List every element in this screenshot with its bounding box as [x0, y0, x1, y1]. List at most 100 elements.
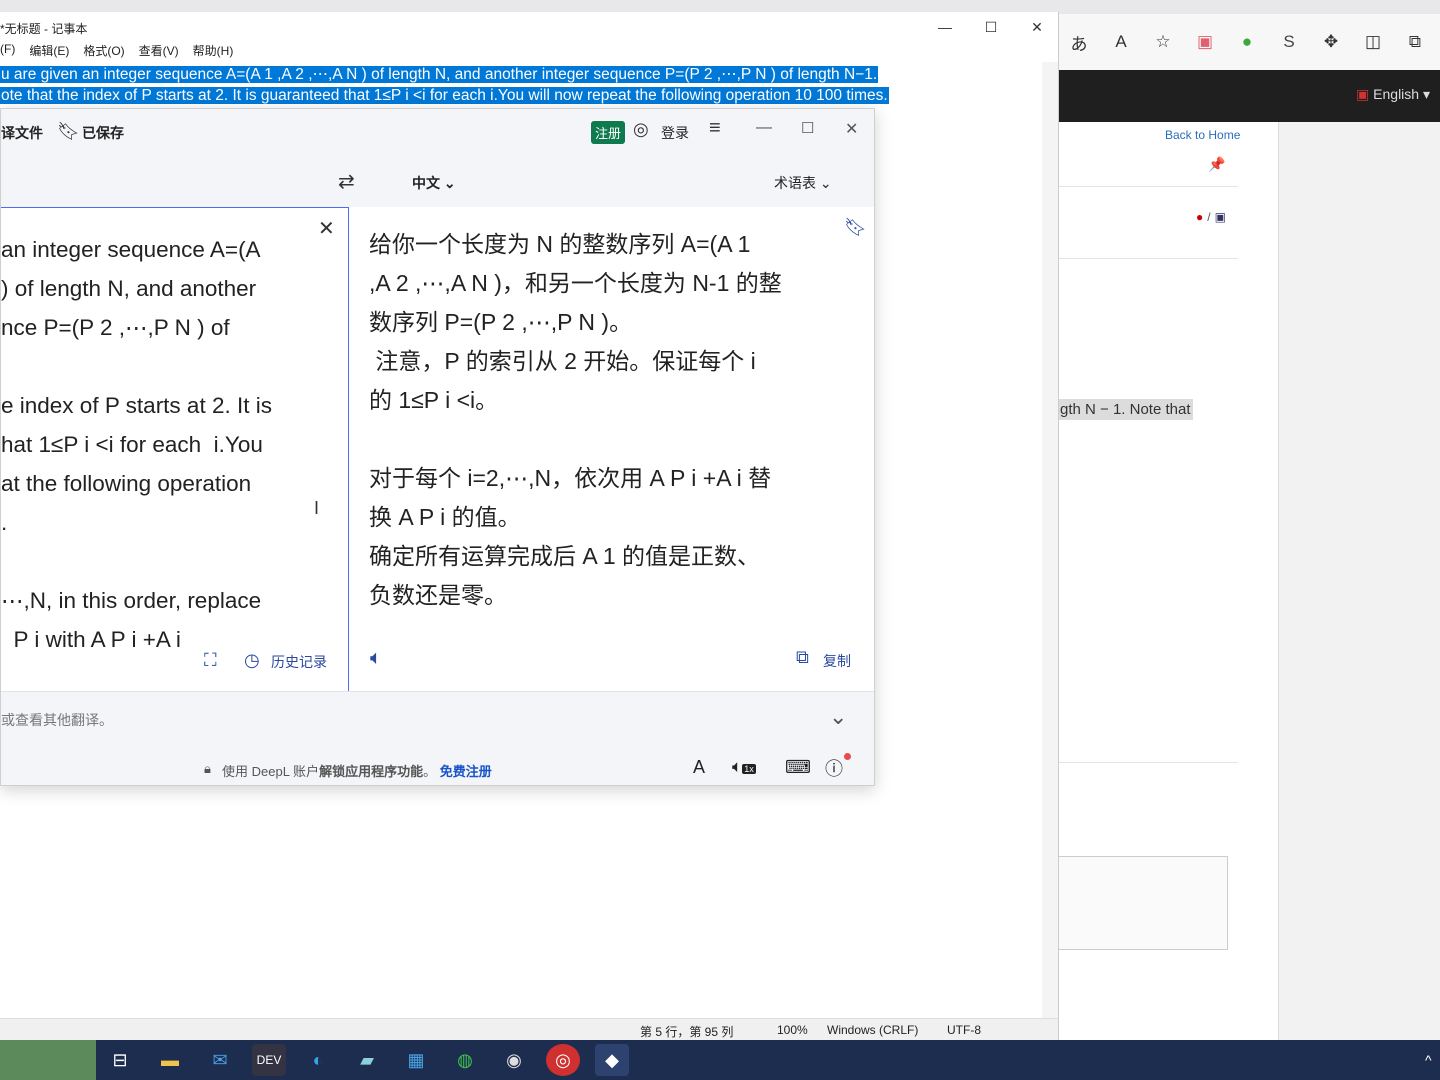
- history-icon[interactable]: ◷: [244, 650, 260, 671]
- back-home-link[interactable]: Back to Home: [1165, 128, 1240, 142]
- maximize-button[interactable]: ☐: [968, 12, 1014, 42]
- notepad-menubar: (F) 编辑(E) 格式(O) 查看(V) 帮助(H): [0, 42, 233, 62]
- divider: [1058, 762, 1238, 763]
- source-text[interactable]: an integer sequence A=(A ) of length N, …: [1, 230, 331, 659]
- divider: [1058, 186, 1238, 187]
- menu-icon[interactable]: ≡: [709, 117, 721, 140]
- maximize-button[interactable]: ☐: [801, 119, 814, 137]
- cursor-position: 第 5 行，第 95 列: [640, 1025, 734, 1039]
- saved-tab[interactable]: 已保存: [82, 123, 124, 143]
- language-menu[interactable]: ▣ English ▾: [1356, 86, 1430, 103]
- translate-page-icon[interactable]: あ: [1062, 24, 1096, 60]
- free-register-link[interactable]: 免费注册: [440, 764, 492, 779]
- collections-icon[interactable]: ⧉: [1398, 24, 1432, 60]
- footer-notice: 使用 DeepL 账户解锁应用程序功能。 免费注册: [222, 764, 492, 779]
- site-content-panel: Back to Home 📌 ● / ▣ gth N − 1. Note tha…: [1058, 122, 1279, 1040]
- deepl-window: 译文件 🔖︎ 已保存 注册 ◎ 登录 ≡ — ☐ ✕ ⇄ 中文 ⌄ 术语表 ⌄ …: [0, 108, 875, 786]
- selected-text-line: ote that the index of P starts at 2. It …: [0, 87, 889, 104]
- mail-icon[interactable]: ✉: [203, 1044, 237, 1076]
- code-box[interactable]: [1058, 856, 1228, 950]
- window-title: *无标题 - 记事本: [0, 22, 88, 36]
- site-navbar: ▣ English ▾: [1058, 70, 1440, 122]
- notification-dot: [844, 753, 851, 760]
- alternatives-hint: 或查看其他翻译。: [1, 712, 113, 728]
- alternatives-bar[interactable]: 或查看其他翻译。 ⌄: [1, 691, 874, 748]
- lang-flags[interactable]: ● / ▣: [1196, 210, 1226, 224]
- speaker-icon[interactable]: 🔈︎: [370, 647, 382, 670]
- favorite-star-icon[interactable]: ☆: [1146, 24, 1180, 60]
- notes-icon[interactable]: ▰: [350, 1044, 384, 1076]
- notepad-titlebar: *无标题 - 记事本 — ☐ ✕: [0, 12, 1058, 42]
- chevron-down-icon: ⌄: [819, 175, 832, 191]
- pin-icon[interactable]: 📌: [1208, 156, 1225, 173]
- copy-button[interactable]: 复制: [823, 651, 851, 671]
- notepad-editor[interactable]: u are given an integer sequence A=(A 1 ,…: [0, 64, 889, 106]
- store-icon[interactable]: ▦: [399, 1044, 433, 1076]
- close-button[interactable]: ✕: [1014, 12, 1060, 42]
- page-gutter: [1279, 122, 1440, 1040]
- translated-text[interactable]: 给你一个长度为 N 的整数序列 A=(A 1 ,A 2 ,⋯,A N )，和另一…: [369, 225, 839, 615]
- weather-widget[interactable]: [0, 1040, 96, 1080]
- browser-toolbar: あ A ☆ ▣ ● S ✥ ◫ ⧉: [1058, 14, 1440, 70]
- obs-icon[interactable]: ◉: [497, 1044, 531, 1076]
- lock-icon: 🔒︎: [204, 761, 211, 776]
- wechat-icon[interactable]: ◍: [448, 1044, 482, 1076]
- extensions-puzzle-icon[interactable]: ✥: [1314, 24, 1348, 60]
- menu-view[interactable]: 查看(V): [139, 42, 179, 62]
- windows-taskbar: ⊟ ▬ ✉ DEV ◐ ▰ ▦ ◍ ◉ ◎ ◆ ^: [0, 1040, 1440, 1080]
- register-button[interactable]: 注册: [591, 121, 626, 144]
- encoding: UTF-8: [947, 1023, 981, 1037]
- language-bar: ⇄ 中文 ⌄ 术语表 ⌄: [1, 155, 874, 207]
- divider: [1058, 258, 1238, 259]
- deepl-icon[interactable]: ◆: [595, 1044, 629, 1076]
- extension-green-icon[interactable]: ●: [1230, 24, 1264, 60]
- split-screen-icon[interactable]: ◫: [1356, 24, 1390, 60]
- menu-file[interactable]: (F): [0, 42, 15, 62]
- menu-edit[interactable]: 编辑(E): [29, 42, 69, 62]
- swap-languages-icon[interactable]: ⇄: [338, 169, 355, 194]
- show-hidden-icons-chevron[interactable]: ^: [1425, 1052, 1432, 1068]
- minimize-button[interactable]: —: [922, 12, 968, 42]
- chevron-down-icon: ⌄: [443, 175, 456, 191]
- bookmark-icon[interactable]: 🔖︎: [844, 217, 867, 238]
- task-view-icon[interactable]: ⊟: [103, 1044, 137, 1076]
- status-bar: 第 5 行，第 95 列 100% Windows (CRLF) UTF-8: [0, 1018, 1058, 1041]
- copy-icon[interactable]: ⧉: [796, 647, 809, 668]
- file-explorer-icon[interactable]: ▬: [153, 1044, 187, 1076]
- help-icon[interactable]: ⓘ: [825, 755, 843, 781]
- close-button[interactable]: ✕: [845, 119, 858, 139]
- minimize-button[interactable]: —: [756, 119, 772, 137]
- user-icon[interactable]: ◎: [633, 119, 649, 140]
- clear-text-icon[interactable]: ✕: [318, 216, 335, 241]
- menu-help[interactable]: 帮助(H): [193, 42, 234, 62]
- dev-tools-icon[interactable]: DEV: [252, 1044, 286, 1076]
- screenshot-translate-icon[interactable]: ⛶: [204, 650, 217, 671]
- zoom-level: 100%: [777, 1023, 808, 1037]
- menu-format[interactable]: 格式(O): [83, 42, 124, 62]
- japan-flag-icon[interactable]: ●: [1196, 210, 1203, 224]
- uk-flag-icon: ▣: [1356, 86, 1370, 102]
- read-aloud-icon[interactable]: A: [1104, 24, 1138, 60]
- history-link[interactable]: 历史记录: [271, 652, 327, 672]
- vertical-scrollbar[interactable]: [1042, 62, 1058, 1018]
- keyboard-icon[interactable]: ⌨: [785, 757, 811, 778]
- deepl-header: 译文件 🔖︎ 已保存 注册 ◎ 登录 ≡ — ☐ ✕: [1, 109, 874, 156]
- source-text-panel[interactable]: an integer sequence A=(A ) of length N, …: [1, 207, 349, 693]
- extension-icon[interactable]: ▣: [1188, 24, 1222, 60]
- translate-files-tab[interactable]: 译文件: [1, 123, 43, 143]
- login-link[interactable]: 登录: [661, 123, 689, 143]
- chevron-down-icon[interactable]: ⌄: [829, 704, 847, 730]
- line-ending: Windows (CRLF): [827, 1023, 919, 1037]
- text-cursor-icon: I: [314, 498, 320, 518]
- problem-statement-fragment: gth N − 1. Note that: [1058, 399, 1193, 420]
- uk-flag-icon[interactable]: ▣: [1215, 210, 1226, 224]
- bookmark-icon: 🔖︎: [57, 121, 80, 141]
- glossary-button[interactable]: 术语表 ⌄: [774, 173, 832, 193]
- deepl-footer: 🔒︎ 使用 DeepL 账户解锁应用程序功能。 免费注册 A 🔈︎ 1x ⌨ ⓘ: [1, 747, 874, 785]
- extension-s-icon[interactable]: S: [1272, 24, 1306, 60]
- target-language-select[interactable]: 中文 ⌄: [412, 173, 456, 193]
- edge-icon[interactable]: ◐: [301, 1044, 335, 1076]
- text-style-icon[interactable]: A: [693, 757, 705, 778]
- speech-speed-icon[interactable]: 🔈︎ 1x: [732, 757, 756, 777]
- netease-music-icon[interactable]: ◎: [546, 1044, 580, 1076]
